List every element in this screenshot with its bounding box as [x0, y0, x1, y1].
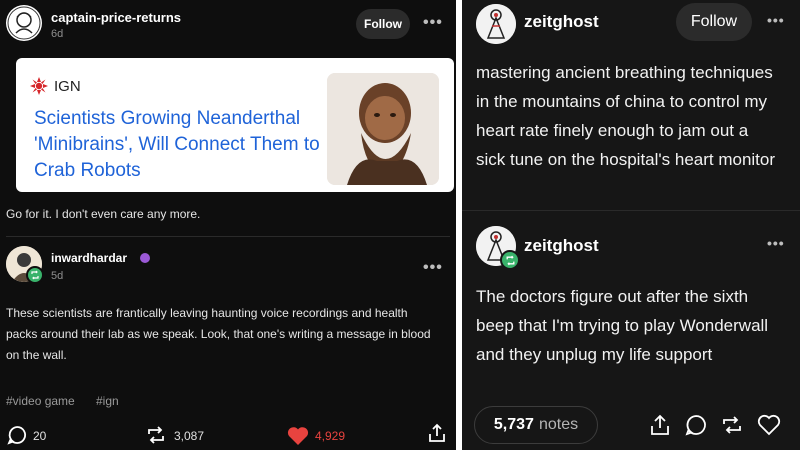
- more-options-icon[interactable]: •••: [423, 15, 443, 31]
- reblog-icon[interactable]: [720, 413, 744, 442]
- notes-label: notes: [538, 416, 579, 433]
- reblog-age: 5d: [51, 270, 64, 282]
- reblogger-name[interactable]: zeitghost: [524, 236, 599, 256]
- reblog-more-options-icon[interactable]: •••: [423, 260, 443, 276]
- reblog-text: The doctors figure out after the sixth b…: [476, 287, 769, 364]
- more-options-icon[interactable]: •••: [767, 13, 785, 27]
- share-icon[interactable]: [427, 422, 447, 449]
- author-name[interactable]: captain-price-returns: [51, 10, 181, 25]
- heart-icon[interactable]: [756, 413, 782, 442]
- author-name[interactable]: zeitghost: [524, 12, 599, 32]
- heart-icon[interactable]: [286, 425, 310, 450]
- post-text: mastering ancient breathing techniques i…: [476, 63, 776, 169]
- neanderthal-thumbnail: [327, 73, 439, 185]
- divider: [6, 236, 450, 237]
- tag-video-game[interactable]: #video game: [6, 394, 75, 408]
- tag-ign[interactable]: #ign: [96, 394, 119, 408]
- link-source: IGN: [54, 78, 81, 95]
- reblog-more-options-icon[interactable]: •••: [767, 236, 785, 250]
- reblog-icon[interactable]: [145, 424, 167, 450]
- follow-button[interactable]: Follow: [356, 9, 410, 39]
- comment-icon[interactable]: [6, 424, 28, 450]
- post-caption: Go for it. I don't even care any more.: [6, 207, 201, 221]
- post-age: 6d: [51, 28, 64, 40]
- reblog-text: These scientists are frantically leaving…: [6, 306, 431, 362]
- notes-count: 5,737: [493, 416, 534, 433]
- share-icon[interactable]: [649, 413, 671, 442]
- badge-icon: [140, 253, 150, 263]
- right-post-panel: zeitghost Follow ••• mastering ancient b…: [462, 0, 800, 450]
- link-preview-card[interactable]: IGN Scientists Growing Neanderthal 'Mini…: [16, 58, 454, 192]
- link-headline[interactable]: Scientists Growing Neanderthal 'Minibrai…: [34, 106, 334, 184]
- notes-button[interactable]: 5,737 notes: [474, 406, 598, 444]
- reblog-badge-icon: [500, 250, 520, 270]
- reply-icon[interactable]: [684, 413, 708, 442]
- divider: [462, 210, 800, 211]
- reblog-count: 3,087: [174, 429, 205, 443]
- like-count: 4,929: [315, 429, 346, 443]
- left-post-panel: captain-price-returns 6d Follow ••• IGN …: [0, 0, 456, 450]
- reblog-badge-icon: [26, 266, 44, 284]
- comment-count: 20: [33, 429, 47, 443]
- reblogger-name[interactable]: inwardhardar: [51, 251, 127, 265]
- ign-logo-icon: [30, 77, 48, 100]
- author-avatar[interactable]: [476, 4, 516, 44]
- follow-button[interactable]: Follow: [676, 3, 752, 41]
- author-avatar[interactable]: [6, 5, 42, 41]
